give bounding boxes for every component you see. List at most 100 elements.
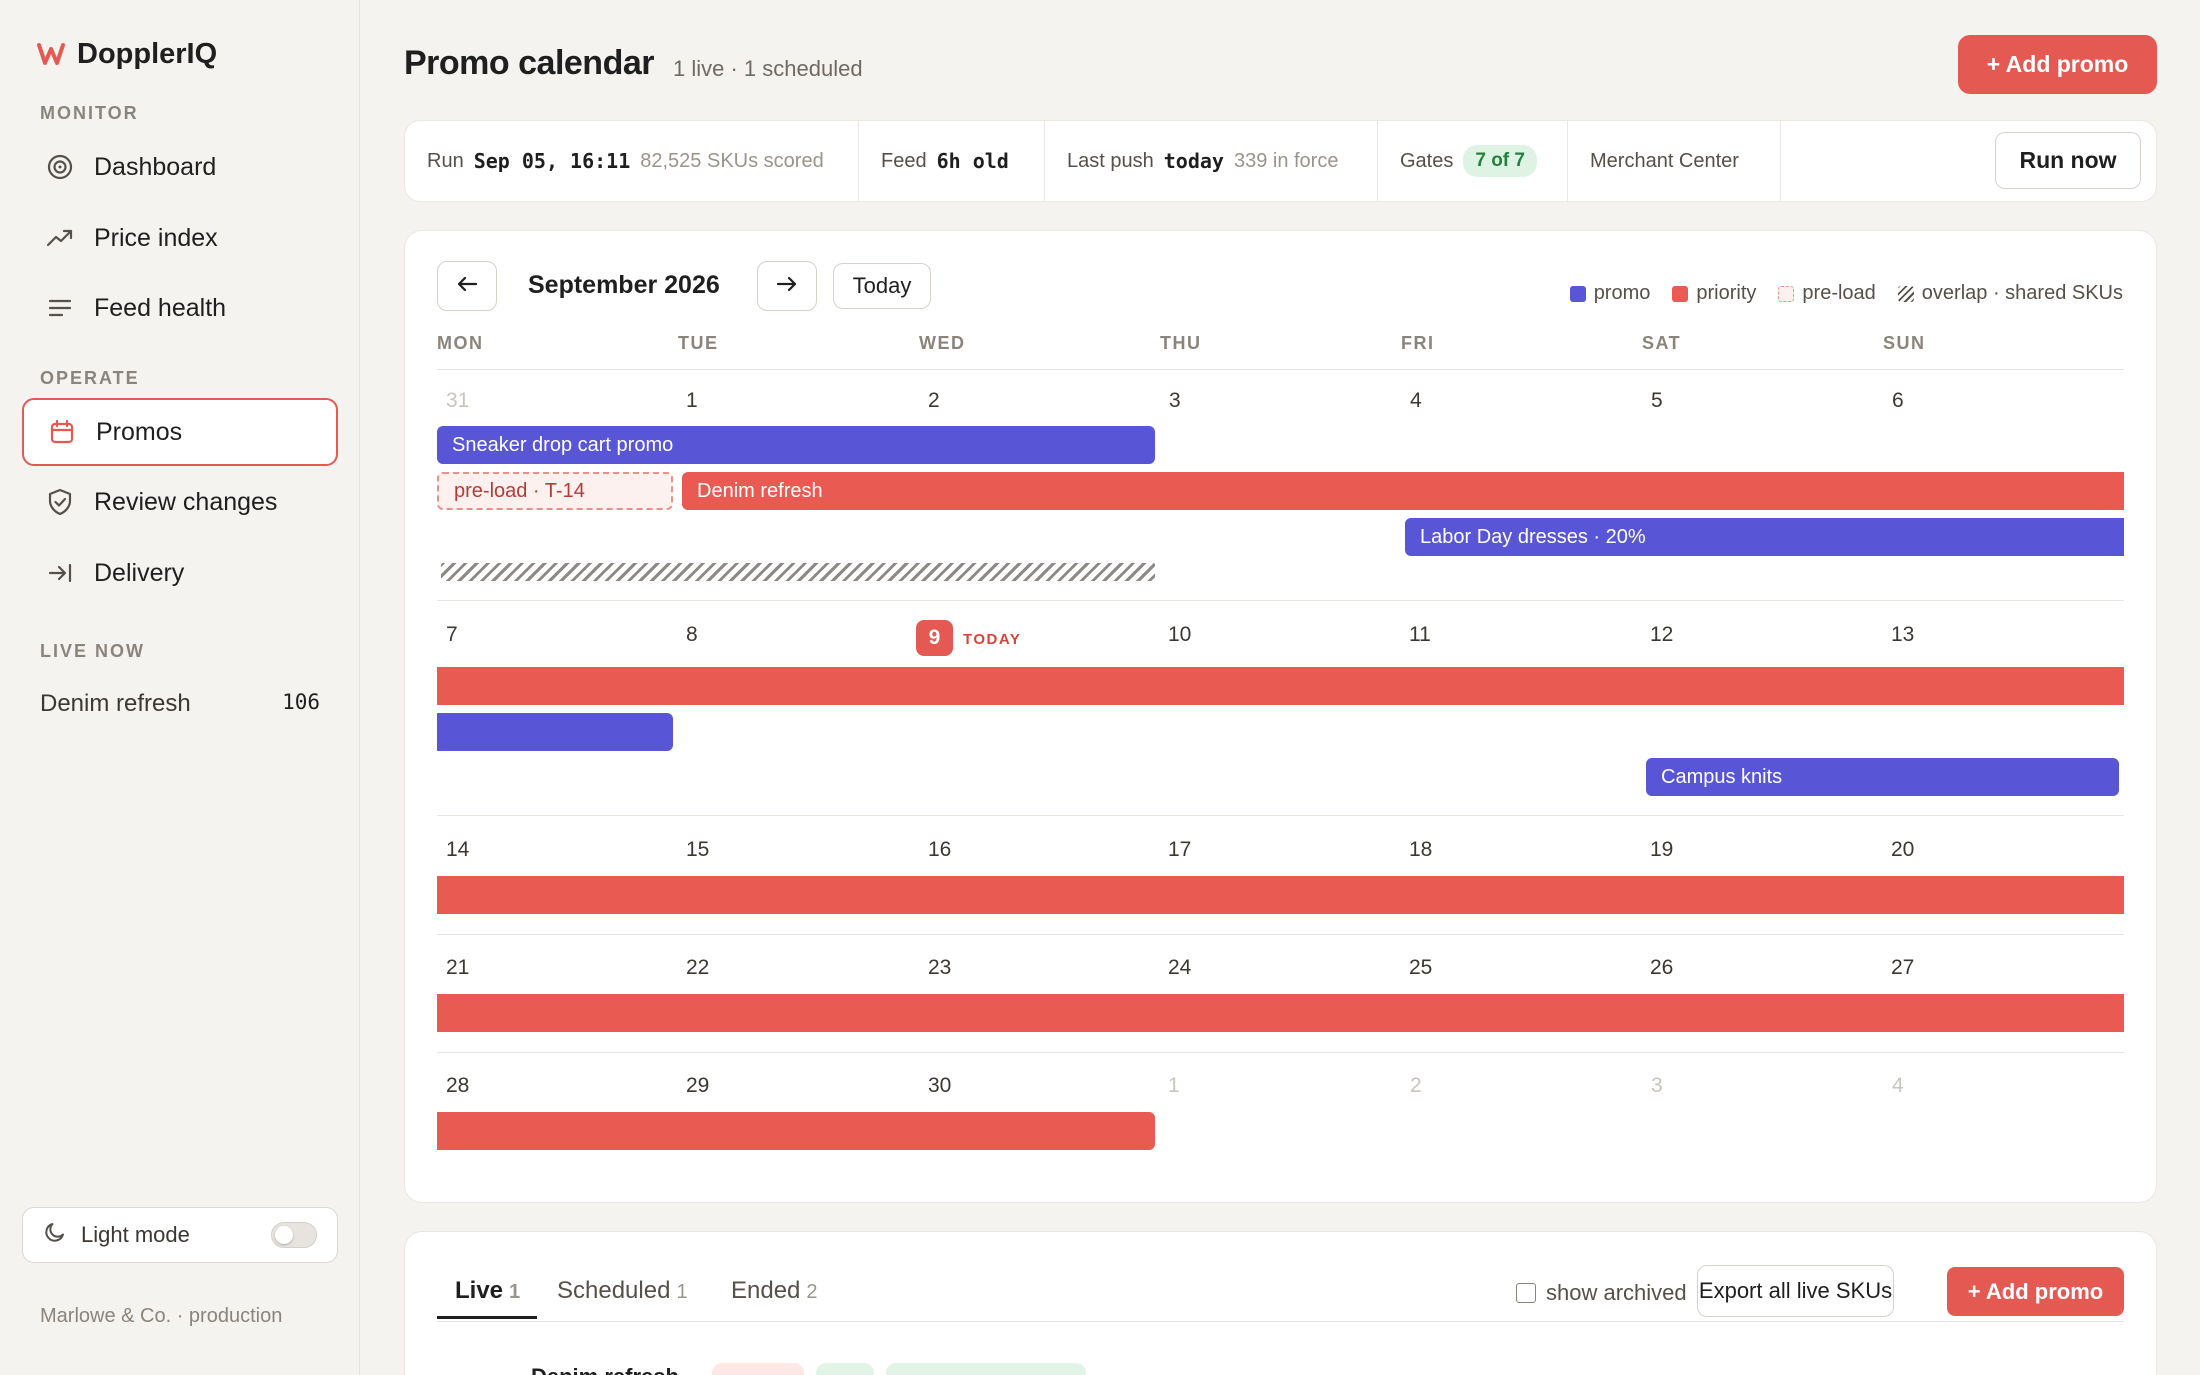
month-title: September 2026 bbox=[528, 271, 720, 299]
run-now-button[interactable]: Run now bbox=[1995, 132, 2141, 189]
day-cell[interactable]: 3 bbox=[1651, 1074, 1663, 1098]
live-now-item[interactable]: Denim refresh 106 bbox=[40, 690, 320, 718]
day-cell[interactable]: 4 bbox=[1410, 389, 1422, 413]
calendar-icon bbox=[46, 416, 78, 448]
day-cell[interactable]: 19 bbox=[1650, 838, 1673, 862]
event-denim-refresh-cont[interactable] bbox=[437, 876, 2124, 914]
sidebar-item-label: Dashboard bbox=[94, 152, 217, 181]
day-cell[interactable]: 12 bbox=[1650, 623, 1673, 647]
event-denim-refresh-end[interactable] bbox=[437, 1112, 1155, 1150]
divider bbox=[437, 934, 2124, 935]
arrow-left-icon bbox=[456, 275, 478, 298]
tab-label: Ended bbox=[731, 1277, 801, 1304]
section-monitor: MONITOR bbox=[40, 103, 139, 123]
add-promo-secondary-button[interactable]: + Add promo bbox=[1947, 1267, 2124, 1316]
merchant-center-link[interactable]: Merchant Center bbox=[1568, 120, 1781, 202]
day-cell[interactable]: 17 bbox=[1168, 838, 1191, 862]
status-badge bbox=[816, 1363, 874, 1375]
day-cell[interactable]: 1 bbox=[1168, 1074, 1180, 1098]
feed-label: Feed bbox=[881, 149, 927, 172]
day-cell[interactable]: 31 bbox=[446, 389, 469, 413]
day-cell[interactable]: 2 bbox=[1410, 1074, 1422, 1098]
day-cell[interactable]: 5 bbox=[1651, 389, 1663, 413]
event-labor-day[interactable]: Labor Day dresses · 20% bbox=[1405, 518, 2124, 556]
day-cell[interactable]: 13 bbox=[1891, 623, 1914, 647]
tab-count: 2 bbox=[806, 1281, 818, 1303]
divider bbox=[437, 1052, 2124, 1053]
day-cell[interactable]: 27 bbox=[1891, 956, 1914, 980]
tab-live[interactable]: Live 1 bbox=[455, 1277, 520, 1305]
day-cell[interactable]: 24 bbox=[1168, 956, 1191, 980]
sidebar-item-delivery[interactable]: Delivery bbox=[22, 539, 338, 607]
event-denim-refresh-cont[interactable] bbox=[437, 667, 2124, 705]
tab-label: Scheduled bbox=[557, 1277, 671, 1304]
tab-ended[interactable]: Ended 2 bbox=[731, 1277, 818, 1305]
day-cell[interactable]: 1 bbox=[686, 389, 698, 413]
day-cell[interactable]: 3 bbox=[1169, 389, 1181, 413]
today-button[interactable]: Today bbox=[833, 263, 931, 309]
tab-scheduled[interactable]: Scheduled 1 bbox=[557, 1277, 688, 1305]
legend-label: priority bbox=[1696, 282, 1757, 304]
sidebar-item-price-index[interactable]: Price index bbox=[22, 204, 338, 272]
day-cell[interactable]: 21 bbox=[446, 956, 469, 980]
sidebar-item-dashboard[interactable]: Dashboard bbox=[22, 133, 338, 201]
event-sneaker-drop[interactable]: Sneaker drop cart promo bbox=[437, 426, 1155, 464]
checkbox-label: show archived bbox=[1546, 1280, 1687, 1305]
day-cell[interactable]: 28 bbox=[446, 1074, 469, 1098]
section-operate: OPERATE bbox=[40, 368, 140, 388]
gates-label: Gates bbox=[1400, 149, 1454, 172]
day-cell[interactable]: 15 bbox=[686, 838, 709, 862]
sidebar-item-label: Promos bbox=[96, 417, 183, 446]
list-row-name[interactable]: Denim refresh bbox=[531, 1364, 679, 1375]
sidebar-item-feed-health[interactable]: Feed health bbox=[22, 274, 338, 342]
legend-priority: priority bbox=[1672, 282, 1756, 305]
day-cell[interactable]: 2 bbox=[928, 389, 940, 413]
weekday-fri: FRI bbox=[1401, 333, 1435, 353]
day-cell[interactable]: 23 bbox=[928, 956, 951, 980]
show-archived-checkbox[interactable]: show archived bbox=[1516, 1280, 1687, 1306]
event-labor-day-cont[interactable] bbox=[437, 713, 673, 751]
day-cell[interactable]: 14 bbox=[446, 838, 469, 862]
day-cell[interactable]: 26 bbox=[1650, 956, 1673, 980]
event-denim-refresh[interactable]: Denim refresh bbox=[682, 472, 2124, 510]
checkbox-box[interactable] bbox=[1516, 1283, 1536, 1303]
day-cell[interactable]: 8 bbox=[686, 623, 698, 647]
day-cell[interactable]: 29 bbox=[686, 1074, 709, 1098]
day-cell[interactable]: 18 bbox=[1409, 838, 1432, 862]
sidebar-item-promos[interactable]: Promos bbox=[22, 398, 338, 466]
export-live-skus-button[interactable]: Export all live SKUs bbox=[1697, 1265, 1894, 1317]
tab-count: 1 bbox=[676, 1281, 688, 1303]
run-time: Sep 05, 16:11 bbox=[473, 149, 631, 173]
tab-count: 1 bbox=[509, 1281, 521, 1303]
add-promo-button[interactable]: + Add promo bbox=[1958, 35, 2157, 94]
day-cell[interactable]: 25 bbox=[1409, 956, 1432, 980]
weekday-tue: TUE bbox=[678, 333, 719, 353]
day-cell[interactable]: 4 bbox=[1892, 1074, 1904, 1098]
day-cell[interactable]: 6 bbox=[1892, 389, 1904, 413]
gates-status[interactable]: Gates 7 of 7 bbox=[1378, 120, 1568, 202]
overlap-shared-skus[interactable] bbox=[441, 563, 1155, 581]
prev-month-button[interactable] bbox=[437, 261, 497, 311]
today-date[interactable]: 9 bbox=[916, 620, 953, 656]
brand-logo[interactable]: DopplerIQ bbox=[37, 36, 217, 72]
status-badge bbox=[886, 1363, 1086, 1375]
event-preload[interactable]: pre-load · T-14 bbox=[437, 472, 673, 510]
day-cell[interactable]: 16 bbox=[928, 838, 951, 862]
day-cell[interactable]: 7 bbox=[446, 623, 458, 647]
event-denim-refresh-cont[interactable] bbox=[437, 994, 2124, 1032]
day-cell[interactable]: 10 bbox=[1168, 623, 1191, 647]
day-cell[interactable]: 11 bbox=[1409, 623, 1431, 647]
next-month-button[interactable] bbox=[757, 261, 817, 311]
legend-overlap: overlap · shared SKUs bbox=[1897, 282, 2123, 305]
event-campus-knits[interactable]: Campus knits bbox=[1646, 758, 2119, 796]
light-mode-label: Light mode bbox=[81, 1222, 190, 1247]
light-mode-toggle[interactable]: Light mode bbox=[22, 1207, 338, 1263]
run-skus: 82,525 SKUs scored bbox=[640, 149, 824, 172]
sidebar-item-review-changes[interactable]: Review changes bbox=[22, 468, 338, 536]
day-cell[interactable]: 22 bbox=[686, 956, 709, 980]
calendar-legend: promo priority pre-load overlap · shared… bbox=[1569, 282, 2123, 305]
day-cell[interactable]: 30 bbox=[928, 1074, 951, 1098]
toggle-switch[interactable] bbox=[271, 1222, 317, 1248]
day-cell[interactable]: 20 bbox=[1891, 838, 1914, 862]
legend-swatch bbox=[1672, 285, 1689, 302]
